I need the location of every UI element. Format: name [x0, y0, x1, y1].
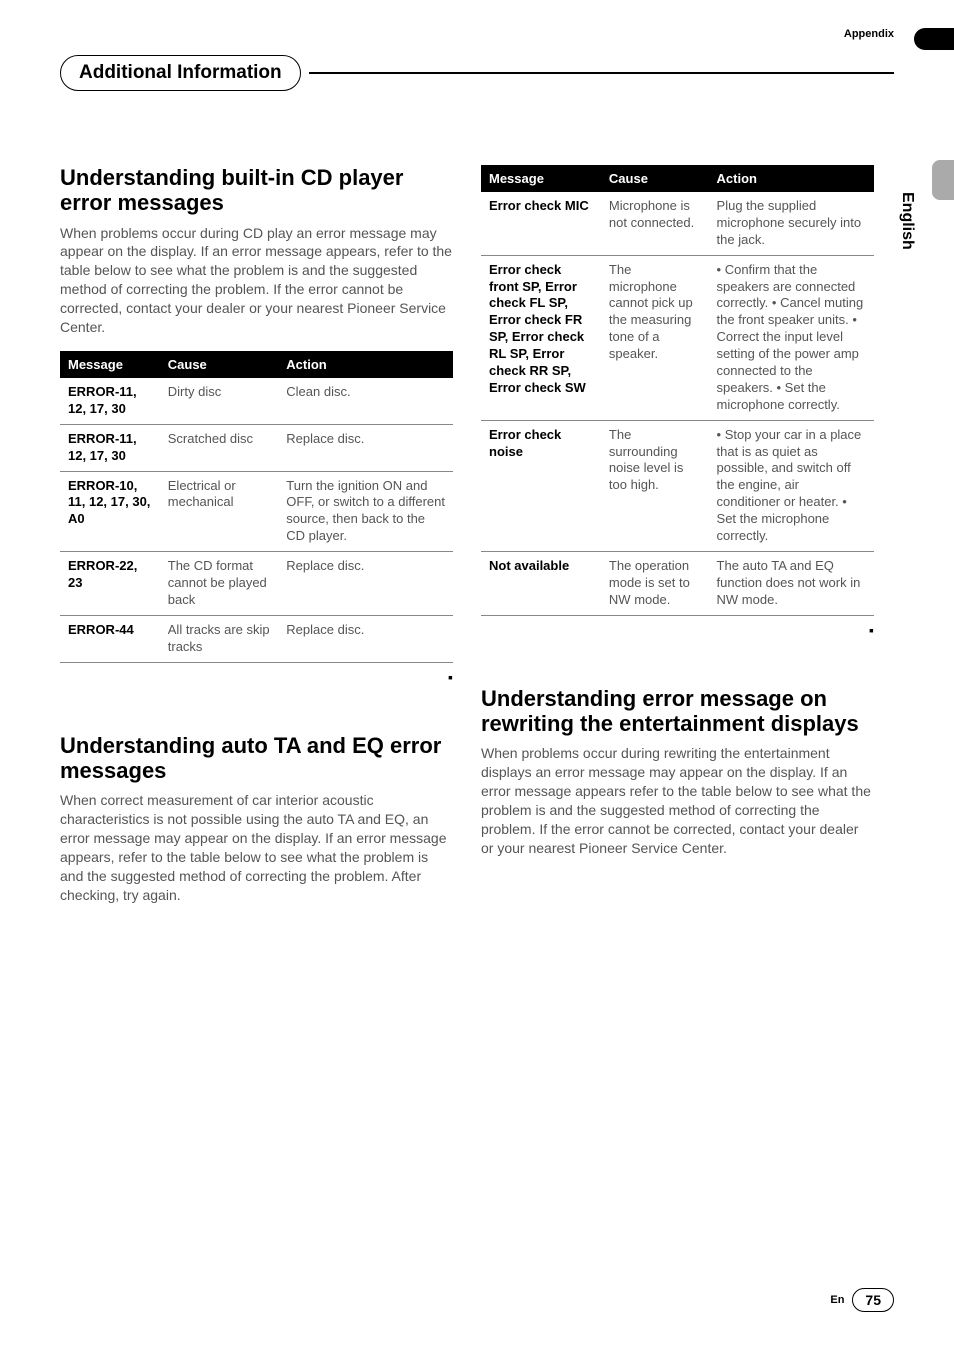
table-row: Error check front SP, Error check FL SP,…: [481, 255, 874, 420]
footer-lang: En: [830, 1294, 844, 1306]
section-title-wrap: Additional Information: [60, 55, 894, 91]
appendix-label: Appendix: [844, 28, 894, 40]
footer-page-number: 75: [852, 1288, 894, 1312]
heading-ta-eq-errors: Understanding auto TA and EQ error messa…: [60, 733, 453, 784]
left-column: Understanding built-in CD player error m…: [60, 165, 453, 918]
th-message: Message: [481, 165, 601, 192]
cell-cause: Dirty disc: [160, 378, 279, 424]
cell-action: Replace disc.: [278, 552, 453, 616]
table-row: ERROR-11, 12, 17, 30 Dirty disc Clean di…: [60, 378, 453, 424]
cell-cause: All tracks are skip tracks: [160, 615, 279, 662]
heading-cd-errors: Understanding built-in CD player error m…: [60, 165, 453, 216]
cell-action: Clean disc.: [278, 378, 453, 424]
th-message: Message: [60, 351, 160, 378]
table-row: Not available The operation mode is set …: [481, 551, 874, 615]
body-ta-eq-errors: When correct measurement of car interior…: [60, 791, 453, 904]
th-action: Action: [709, 165, 874, 192]
table-row: ERROR-11, 12, 17, 30 Scratched disc Repl…: [60, 424, 453, 471]
cell-msg: ERROR-22, 23: [60, 552, 160, 616]
cell-action: • Confirm that the speakers are connecte…: [709, 255, 874, 420]
cell-msg: ERROR-11, 12, 17, 30: [60, 424, 160, 471]
cell-action: • Stop your car in a place that is as qu…: [709, 420, 874, 551]
end-mark: ▪: [60, 669, 453, 685]
right-column: Message Cause Action Error check MIC Mic…: [481, 165, 874, 918]
section-title: Additional Information: [60, 55, 301, 91]
body-cd-errors: When problems occur during CD play an er…: [60, 224, 453, 337]
cell-msg: ERROR-11, 12, 17, 30: [60, 378, 160, 424]
th-cause: Cause: [160, 351, 279, 378]
table-row: ERROR-44 All tracks are skip tracks Repl…: [60, 615, 453, 662]
heading-rewrite-errors: Understanding error message on rewriting…: [481, 686, 874, 737]
cell-msg: ERROR-44: [60, 615, 160, 662]
table-row: Error check noise The surrounding noise …: [481, 420, 874, 551]
page-footer: En 75: [830, 1288, 894, 1312]
side-grey-tab: [932, 160, 954, 200]
cell-msg: Error check MIC: [481, 192, 601, 255]
side-language-label: English: [898, 192, 916, 250]
cell-msg: ERROR-10, 11, 12, 17, 30, A0: [60, 471, 160, 552]
cell-action: Plug the supplied microphone securely in…: [709, 192, 874, 255]
cell-msg: Error check noise: [481, 420, 601, 551]
th-action: Action: [278, 351, 453, 378]
end-mark: ▪: [481, 622, 874, 638]
cell-cause: Electrical or mechanical: [160, 471, 279, 552]
cell-cause: Microphone is not connected.: [601, 192, 709, 255]
ta-eq-error-table: Message Cause Action Error check MIC Mic…: [481, 165, 874, 616]
table-row: Error check MIC Microphone is not connec…: [481, 192, 874, 255]
cd-error-table: Message Cause Action ERROR-11, 12, 17, 3…: [60, 351, 453, 663]
table-row: ERROR-10, 11, 12, 17, 30, A0 Electrical …: [60, 471, 453, 552]
cell-cause: The surrounding noise level is too high.: [601, 420, 709, 551]
cell-cause: Scratched disc: [160, 424, 279, 471]
section-cd-errors: Understanding built-in CD player error m…: [60, 165, 453, 685]
cell-action: Replace disc.: [278, 424, 453, 471]
section-ta-eq-errors: Understanding auto TA and EQ error messa…: [60, 733, 453, 905]
cell-action: Replace disc.: [278, 615, 453, 662]
cell-action: Turn the ignition ON and OFF, or switch …: [278, 471, 453, 552]
cell-msg: Error check front SP, Error check FL SP,…: [481, 255, 601, 420]
body-rewrite-errors: When problems occur during rewriting the…: [481, 744, 874, 857]
cell-cause: The operation mode is set to NW mode.: [601, 551, 709, 615]
cell-msg: Not available: [481, 551, 601, 615]
section-ta-eq-table: Message Cause Action Error check MIC Mic…: [481, 165, 874, 638]
table-row: ERROR-22, 23 The CD format cannot be pla…: [60, 552, 453, 616]
section-rewrite-errors: Understanding error message on rewriting…: [481, 686, 874, 858]
header-black-tab: [914, 28, 954, 50]
cell-cause: The CD format cannot be played back: [160, 552, 279, 616]
content-columns: Understanding built-in CD player error m…: [60, 165, 874, 918]
cell-cause: The microphone cannot pick up the measur…: [601, 255, 709, 420]
cell-action: The auto TA and EQ function does not wor…: [709, 551, 874, 615]
th-cause: Cause: [601, 165, 709, 192]
header-line: [309, 72, 894, 74]
